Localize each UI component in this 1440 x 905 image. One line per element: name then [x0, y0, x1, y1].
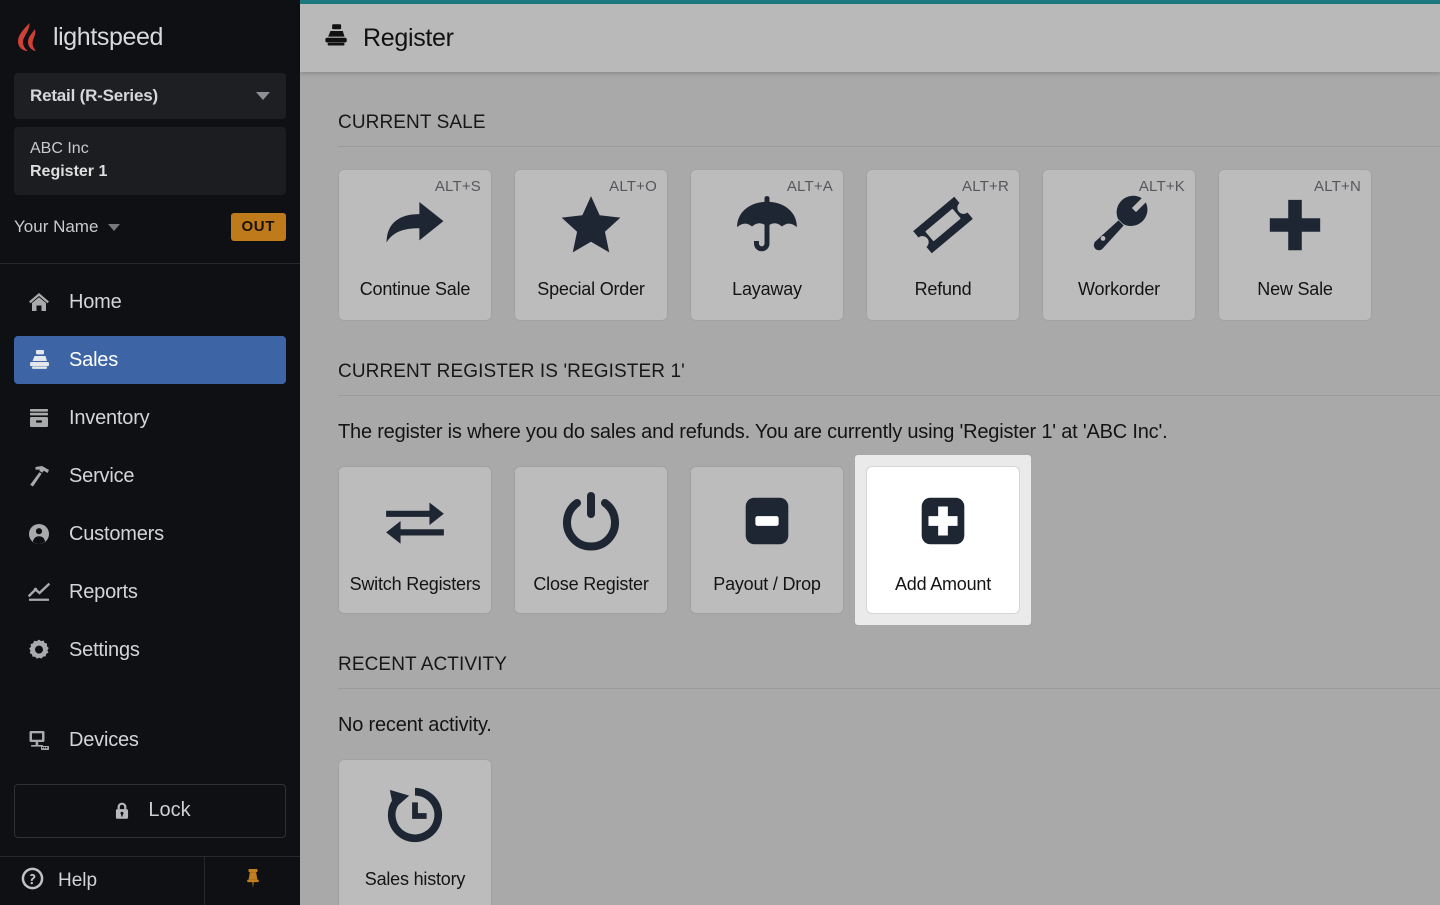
tile-label: Layaway: [732, 279, 802, 299]
tile-shortcut: ALT+N: [1314, 178, 1361, 195]
sidebar-item-sales[interactable]: Sales: [14, 336, 286, 385]
tile-label: Special Order: [537, 279, 645, 299]
store-name: ABC Inc: [30, 139, 89, 157]
hammer-icon: [26, 463, 52, 489]
register-name: Register 1: [30, 162, 108, 180]
sidebar-item-home[interactable]: Home: [14, 278, 286, 326]
sidebar-item-label: Inventory: [69, 406, 150, 429]
brand-logo[interactable]: lightspeed: [0, 0, 300, 70]
chevron-down-icon: [108, 223, 121, 231]
lock-button[interactable]: Lock: [14, 784, 286, 838]
tile-shortcut: ALT+K: [1138, 178, 1185, 195]
page-title: Register: [363, 23, 454, 52]
app-root: lightspeed Retail (R-Series) ABC Inc Reg…: [0, 0, 1440, 905]
tile-label: Workorder: [1078, 279, 1160, 299]
tile-label: Refund: [914, 279, 972, 299]
user-name: Your Name: [14, 217, 99, 237]
sidebar-item-label: Service: [69, 464, 135, 487]
sidebar-item-label: Home: [69, 290, 122, 313]
sidebar-nav: Home Sales Inventory Service Customers R…: [0, 264, 300, 764]
tile-add-amount[interactable]: Add Amount: [866, 466, 1020, 614]
tile-label: Sales history: [364, 869, 466, 889]
user-menu[interactable]: Your Name: [14, 217, 121, 237]
store-info[interactable]: ABC Inc Register 1: [14, 126, 286, 195]
tile-shortcut: ALT+R: [962, 178, 1009, 195]
monitor-icon: [26, 727, 52, 753]
register-icon: [322, 22, 349, 54]
help-label: Help: [58, 869, 98, 891]
lightspeed-flame-icon: [16, 22, 44, 52]
register-icon: [26, 347, 52, 373]
user-circle-icon: [26, 521, 52, 547]
power-icon: [515, 467, 667, 574]
lock-icon: [109, 798, 135, 824]
sidebar-item-reports[interactable]: Reports: [14, 568, 286, 616]
tile-add-amount-focus-frame: Add Amount: [855, 455, 1031, 625]
tile-layaway[interactable]: ALT+A Layaway: [690, 169, 844, 321]
inventory-drawer-icon: [26, 405, 52, 431]
sidebar-item-inventory[interactable]: Inventory: [14, 394, 286, 442]
question-circle-icon: [20, 866, 45, 896]
plus-box-icon: [867, 467, 1019, 574]
tile-shortcut: ALT+S: [434, 178, 481, 195]
sidebar-item-label: Sales: [69, 348, 119, 371]
pin-sidebar-button[interactable]: [205, 857, 300, 905]
register-description: The register is where you do sales and r…: [338, 421, 1168, 443]
tile-shortcut: ALT+O: [609, 178, 657, 195]
home-icon: [26, 289, 52, 315]
main-area: Register CURRENT SALE ALT+S Continue Sal…: [300, 0, 1440, 905]
tile-shortcut: ALT+A: [786, 178, 833, 195]
tile-label: Payout / Drop: [713, 574, 821, 594]
chart-line-icon: [26, 579, 52, 605]
tile-refund[interactable]: ALT+R Refund: [866, 169, 1020, 321]
tile-close-register[interactable]: Close Register: [514, 466, 668, 614]
sidebar-item-customers[interactable]: Customers: [14, 510, 286, 558]
tile-continue-sale[interactable]: ALT+S Continue Sale: [338, 169, 492, 321]
tile-switch-registers[interactable]: Switch Registers: [338, 466, 492, 614]
tile-label: Switch Registers: [349, 574, 481, 594]
user-row: Your Name OUT: [14, 211, 286, 245]
sidebar-footer: Help: [0, 855, 300, 905]
product-select-label: Retail (R-Series): [30, 85, 158, 105]
sidebar-item-label: Settings: [69, 638, 140, 661]
help-button[interactable]: Help: [0, 856, 205, 905]
chevron-down-icon: [256, 91, 270, 100]
tile-label: Continue Sale: [359, 279, 471, 299]
clock-status-badge[interactable]: OUT: [230, 213, 286, 242]
sidebar-item-service[interactable]: Service: [14, 452, 286, 500]
arrows-swap-icon: [339, 467, 491, 574]
tile-label: Add Amount: [894, 574, 992, 594]
tile-workorder[interactable]: ALT+K Workorder: [1042, 169, 1196, 321]
brand-name: lightspeed: [53, 22, 163, 51]
sidebar-item-label: Devices: [69, 728, 139, 751]
current-sale-tiles: ALT+S Continue Sale ALT+O Special Order …: [338, 147, 1440, 321]
gear-icon: [26, 637, 52, 663]
devices-group: Devices: [0, 716, 300, 764]
sidebar-item-label: Reports: [69, 580, 138, 603]
minus-box-icon: [691, 467, 843, 574]
tile-payout-drop[interactable]: Payout / Drop: [690, 466, 844, 614]
recent-activity-tiles: Sales history: [338, 737, 1440, 905]
register-action-tiles: Switch Registers Close Register Payout /…: [338, 444, 1440, 625]
tile-special-order[interactable]: ALT+O Special Order: [514, 169, 668, 321]
lock-button-label: Lock: [148, 799, 191, 822]
tile-sales-history[interactable]: Sales history: [338, 759, 492, 905]
pushpin-icon: [241, 866, 265, 895]
sidebar: lightspeed Retail (R-Series) ABC Inc Reg…: [0, 0, 300, 905]
sidebar-item-label: Customers: [69, 522, 164, 545]
tile-label: Close Register: [533, 574, 649, 594]
tile-label: New Sale: [1257, 279, 1333, 299]
tile-new-sale[interactable]: ALT+N New Sale: [1218, 169, 1372, 321]
recent-activity-empty-text: No recent activity.: [338, 714, 492, 736]
product-select[interactable]: Retail (R-Series): [14, 73, 286, 119]
page-content: CURRENT SALE ALT+S Continue Sale ALT+O S…: [300, 72, 1440, 905]
sidebar-item-settings[interactable]: Settings: [14, 626, 286, 674]
page-header: Register: [300, 4, 1440, 72]
section-title-current-register: CURRENT REGISTER IS 'REGISTER 1': [338, 361, 685, 382]
history-clock-icon: [339, 760, 491, 869]
sidebar-item-devices[interactable]: Devices: [14, 716, 286, 764]
section-title-current-sale: CURRENT SALE: [338, 112, 486, 133]
